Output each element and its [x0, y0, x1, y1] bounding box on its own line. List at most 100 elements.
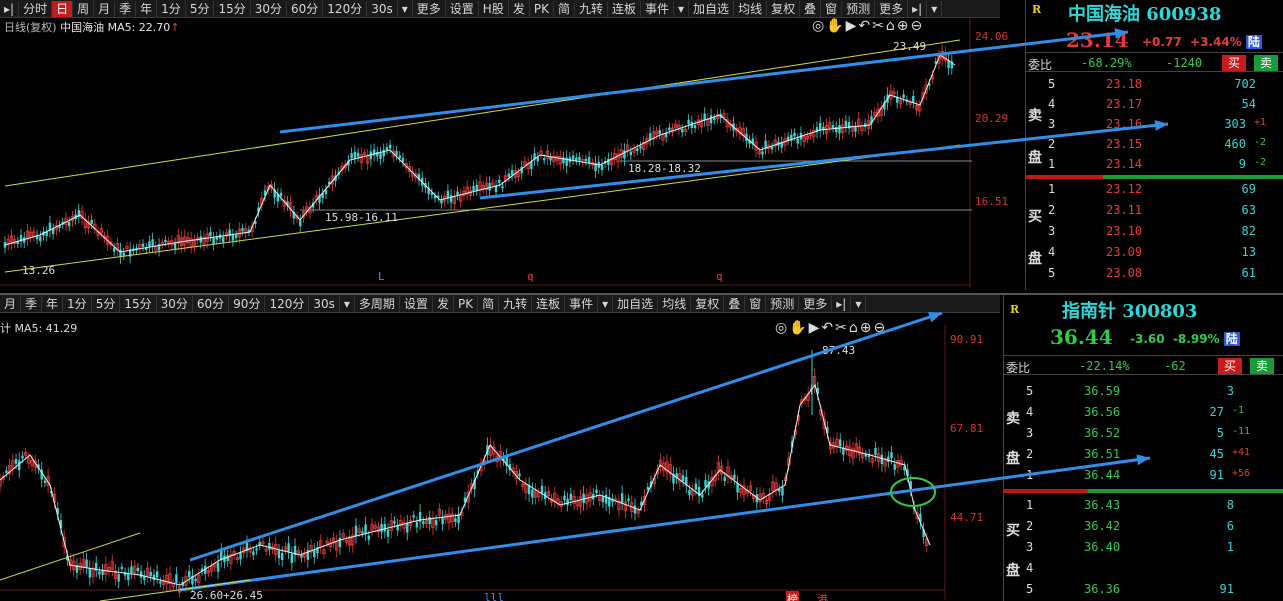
- bottom-buy-button[interactable]: 买: [1218, 358, 1243, 374]
- bid-row[interactable]: 2 36.42 6: [1004, 516, 1283, 536]
- ask-row[interactable]: 5 36.59 3: [1004, 381, 1283, 401]
- candle-body: [549, 157, 552, 161]
- candle-body: [14, 459, 18, 464]
- bottom-change: -3.60 -8.99% 陆: [1130, 332, 1240, 346]
- candle-body: [566, 498, 569, 506]
- bid-row[interactable]: 5 23.08 61: [1026, 263, 1283, 283]
- candle-body: [141, 243, 145, 247]
- candle-body: [584, 158, 588, 162]
- candle-body: [386, 529, 390, 537]
- ask-row[interactable]: 4 23.17 54: [1026, 94, 1283, 114]
- bottom-sell-button[interactable]: 卖: [1250, 358, 1275, 374]
- bid-row[interactable]: 3 23.10 82: [1026, 221, 1283, 241]
- candle-body: [385, 147, 389, 151]
- bottom-axis-label: 67.81: [950, 422, 984, 435]
- candle-body: [252, 551, 255, 556]
- candle-body: [350, 153, 353, 159]
- candle-body: [600, 164, 604, 170]
- candle-body: [494, 185, 498, 193]
- candle-body: [98, 571, 101, 575]
- candle-body: [122, 252, 125, 256]
- bottom-webi-row: 委比 -22.14% -62 买 卖: [1004, 355, 1283, 375]
- candle-body: [175, 574, 178, 583]
- bid-row[interactable]: 2 23.11 63: [1026, 200, 1283, 220]
- top-sell-button[interactable]: 卖: [1254, 55, 1279, 71]
- top-webi-row: 委比 -68.29% -1240 买 卖: [1026, 52, 1283, 72]
- bottom-kline-chart[interactable]: [0, 295, 1003, 601]
- candle-body: [428, 517, 431, 525]
- bottom-quote-panel: R 指南针 300803 36.44 -3.60 -8.99% 陆 委比 -22…: [1003, 295, 1283, 601]
- candle-body: [633, 505, 637, 514]
- ask-row[interactable]: 2 23.15 460 -2: [1026, 134, 1283, 154]
- bid-row[interactable]: 1 36.43 8: [1004, 495, 1283, 515]
- bid-row[interactable]: 1 23.12 69: [1026, 179, 1283, 199]
- candle-body: [456, 191, 459, 196]
- bid-row[interactable]: 5 36.36 91: [1004, 579, 1283, 599]
- candle-body: [159, 581, 162, 584]
- candle-body: [639, 145, 642, 149]
- top-axis-label: 20.29: [975, 112, 1009, 125]
- candle-body: [415, 521, 419, 528]
- candle-body: [623, 150, 626, 159]
- candle-body: [681, 475, 685, 481]
- bottom-r-marker: R: [1010, 303, 1020, 316]
- candle-body: [604, 494, 608, 504]
- top-zone1-annot: 18.28-18.32: [628, 162, 701, 175]
- candle-body: [864, 454, 868, 457]
- top-low-annot: 13.26: [22, 264, 56, 277]
- candle-body: [148, 241, 151, 247]
- candle-body: [88, 568, 91, 578]
- top-change: +0.77 +3.44% 陆: [1142, 35, 1262, 49]
- candle-body: [281, 553, 284, 561]
- candle-body: [569, 493, 573, 500]
- bottom-sell-side-label: 卖盘: [1006, 411, 1020, 467]
- candle-body: [575, 157, 578, 161]
- ask-row[interactable]: 1 23.14 9 -2: [1026, 154, 1283, 174]
- candle-body: [173, 243, 177, 249]
- candle-body: [383, 523, 387, 532]
- bid-row[interactable]: 4: [1004, 558, 1283, 578]
- candle-body: [194, 578, 197, 582]
- candle-body: [838, 125, 841, 134]
- ask-row[interactable]: 4 36.56 27 -1: [1004, 402, 1283, 422]
- ask-row[interactable]: 1 36.44 91 +56: [1004, 465, 1283, 485]
- ask-row[interactable]: 5 23.18 702: [1026, 74, 1283, 94]
- top-kline-chart[interactable]: [0, 0, 1025, 290]
- top-stock-name: 中国海油 600938: [1068, 4, 1222, 25]
- candle-body: [222, 236, 225, 243]
- candle-body: [364, 524, 367, 534]
- candle-body: [709, 115, 713, 124]
- ask-row[interactable]: 2 36.51 45 +41: [1004, 444, 1283, 464]
- candle-body: [563, 495, 566, 501]
- top-buy-button[interactable]: 买: [1222, 55, 1247, 71]
- candle-body: [688, 490, 691, 495]
- candle-body: [231, 234, 235, 241]
- candle-body: [130, 566, 133, 573]
- candle-body: [770, 146, 774, 150]
- candle-body: [704, 480, 707, 487]
- bid-row[interactable]: 4 23.09 13: [1026, 242, 1283, 262]
- candle-body: [835, 126, 838, 133]
- top-axis-label: 16.51: [975, 195, 1009, 208]
- candle-body: [844, 120, 848, 127]
- top-price: 23.14: [1066, 28, 1129, 52]
- candle-body: [287, 543, 290, 552]
- candle-body: [713, 117, 716, 121]
- candle-body: [703, 113, 706, 121]
- bid-row[interactable]: 3 36.40 1: [1004, 537, 1283, 557]
- bottom-marker: 港: [817, 593, 828, 601]
- candle-body: [501, 186, 504, 189]
- candle-body: [542, 158, 546, 161]
- candle-body: [112, 247, 116, 252]
- top-axis-label: 24.06: [975, 30, 1009, 43]
- candle-body: [627, 498, 630, 502]
- bottom-divider: [1004, 489, 1283, 493]
- candle-body: [85, 559, 88, 568]
- ask-row[interactable]: 3 23.16 303 +1: [1026, 114, 1283, 134]
- candle-body: [361, 531, 364, 534]
- candle-body: [668, 127, 671, 131]
- candle-body: [658, 130, 661, 135]
- ask-row[interactable]: 3 36.52 5 -11: [1004, 423, 1283, 443]
- candle-body: [188, 570, 191, 578]
- candle-body: [781, 487, 784, 496]
